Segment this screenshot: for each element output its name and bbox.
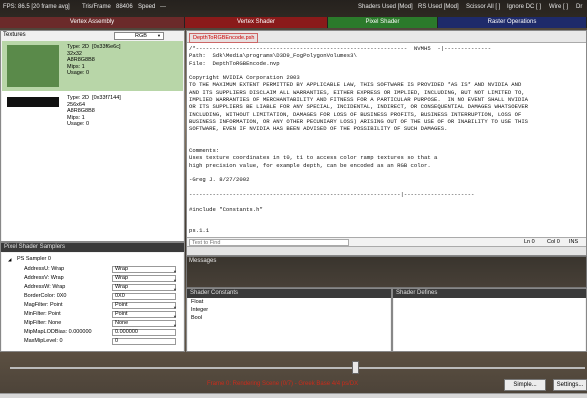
shader-defines-title: Shader Defines <box>393 289 586 298</box>
textures-title: Textures <box>3 32 26 38</box>
texture-thumbnail <box>7 97 59 107</box>
fps-readout: FPS: 86.5 [20 frame avg] <box>3 4 70 10</box>
insert-mode-indicator: INS <box>569 239 579 245</box>
sampler-row[interactable]: AddressV: Wrap Wrap ▼ <box>2 274 185 283</box>
constants-item-bool[interactable]: Bool <box>191 315 202 321</box>
samplers-title: Pixel Shader Samplers <box>1 243 184 252</box>
messages-title: Messages <box>189 258 217 264</box>
sampler-value-select[interactable]: None <box>112 320 176 327</box>
shader-source-text: /*--------------------------------------… <box>189 45 529 235</box>
sampler-value-select[interactable]: Wrap <box>112 284 176 291</box>
code-area[interactable]: /*--------------------------------------… <box>187 43 586 237</box>
find-bar: Ln 0 Col 0 INS <box>187 237 586 246</box>
rs-used-toggle[interactable]: RS Used [Mod] <box>418 4 459 10</box>
shader-editor-panel: DepthToRGBEncode.psh /*-----------------… <box>186 30 587 256</box>
shader-constants-panel: Shader Constants Float Integer Bool <box>186 288 392 352</box>
settings-button[interactable]: Settings... <box>553 379 587 391</box>
sampler-row[interactable]: MipFilter: None None ▼ <box>2 319 185 328</box>
render-status-text: Frame 0: Rendering Scene (0/7) - Greek B… <box>207 381 359 387</box>
speed-value: --- <box>160 4 166 10</box>
texture-list[interactable]: Type: 2D [0x33f6e6c] 32x32 A8R8G8B8 Mips: 1… <box>2 41 183 241</box>
shaders-used-toggle[interactable]: Shaders Used [Mod] <box>358 4 413 10</box>
sampler-value-select[interactable]: Wrap <box>112 266 176 273</box>
format-select-value: RGB <box>135 33 147 39</box>
tris-value: 88406 <box>116 4 133 10</box>
sampler-value-select[interactable]: Point <box>112 311 176 318</box>
texture-item-selected[interactable]: Type: 2D [0x33f6e6c] 32x32 A8R8G8B8 Mips: 1… <box>2 41 183 91</box>
scissor-all-toggle[interactable]: Scissor All [ ] <box>466 4 500 10</box>
sampler-value-input[interactable]: 0X0 <box>112 293 176 300</box>
sampler-row[interactable]: BorderColor: 0X0 0X0 <box>2 292 185 301</box>
textures-panel: Textures RGB ▼ Type: 2D [0x33f6e6c] 32x32… <box>0 30 185 242</box>
editor-horizontal-scrollbar[interactable] <box>187 246 586 255</box>
sampler-row[interactable]: MipMapLODBias: 0.000000 0.000000 <box>2 328 185 337</box>
find-input[interactable] <box>189 239 349 246</box>
sampler-property-grid[interactable]: ◢ PS Sampler 0 AddressU: Wrap Wrap ▼ Addre… <box>2 253 183 351</box>
line-indicator: Ln 0 <box>524 239 535 245</box>
collapse-icon[interactable]: ◢ <box>8 255 11 264</box>
format-select[interactable]: RGB ▼ <box>114 32 164 40</box>
sampler-row[interactable]: AddressU: Wrap Wrap ▼ <box>2 265 185 274</box>
frame-slider-thumb[interactable] <box>352 361 359 374</box>
speed-label: Speed <box>138 4 156 10</box>
sampler-row[interactable]: MinFilter: Point Point ▼ <box>2 310 185 319</box>
pipeline-stages: Vertex Assembly Vertex Shader Pixel Shad… <box>0 17 587 28</box>
messages-panel: Messages <box>186 256 587 288</box>
frame-slider-track[interactable] <box>10 367 585 369</box>
sampler-row[interactable]: MagFilter: Point Point ▼ <box>2 301 185 310</box>
simple-button[interactable]: Simple... <box>504 379 546 391</box>
texture-info: Type: 2D [0x33f7144] 256x64 A8R8G8B8 Mips: … <box>67 95 121 127</box>
sampler-row[interactable]: AddressW: Wrap Wrap ▼ <box>2 283 185 292</box>
sampler-value-select[interactable]: Point <box>112 302 176 309</box>
stats-bar: FPS: 86.5 [20 frame avg] Tris/Frame 8840… <box>0 0 587 17</box>
texture-thumbnail <box>7 45 59 87</box>
sampler-group-label: PS Sampler 0 <box>17 256 51 262</box>
sampler-group-header[interactable]: ◢ PS Sampler 0 <box>2 255 185 264</box>
tab-depth-to-rgb-encode[interactable]: DepthToRGBEncode.psh <box>189 33 259 43</box>
constants-item-integer[interactable]: Integer <box>191 307 208 313</box>
tris-label: Tris/Frame <box>82 4 111 10</box>
defines-list[interactable] <box>394 298 585 351</box>
stage-vertex-shader[interactable]: Vertex Shader <box>185 17 328 28</box>
constants-item-float[interactable]: Float <box>191 299 203 305</box>
sampler-value-select[interactable]: Wrap <box>112 275 176 282</box>
constants-list[interactable]: Float Integer Bool <box>188 298 390 351</box>
stage-raster-operations[interactable]: Raster Operations <box>438 17 587 28</box>
bottom-edge-strip <box>0 393 587 398</box>
chevron-down-icon: ▼ <box>157 33 161 38</box>
sampler-row[interactable]: MaxMipLevel: 00 <box>2 337 185 346</box>
extra-toggle[interactable]: Dr <box>576 4 582 10</box>
editor-tab-strip: DepthToRGBEncode.psh <box>187 31 586 43</box>
sampler-value-input[interactable]: 0.000000 <box>112 329 176 336</box>
shader-constants-title: Shader Constants <box>187 289 391 298</box>
samplers-panel: Pixel Shader Samplers ◢ PS Sampler 0 Add… <box>0 242 185 352</box>
ignore-dc-toggle[interactable]: Ignore DC [ ] <box>507 4 541 10</box>
texture-info: Type: 2D [0x33f6e6c] 32x32 A8R8G8B8 Mips: 1… <box>67 44 121 76</box>
shader-defines-panel: Shader Defines <box>392 288 587 352</box>
texture-item[interactable]: Type: 2D [0x33f7144] 256x64 A8R8G8B8 Mips: … <box>2 95 183 135</box>
column-indicator: Col 0 <box>547 239 560 245</box>
sampler-value-input[interactable]: 0 <box>112 338 176 345</box>
wire-toggle[interactable]: Wire [ ] <box>549 4 568 10</box>
stage-pixel-shader[interactable]: Pixel Shader <box>328 17 438 28</box>
stage-vertex-assembly[interactable]: Vertex Assembly <box>0 17 185 28</box>
